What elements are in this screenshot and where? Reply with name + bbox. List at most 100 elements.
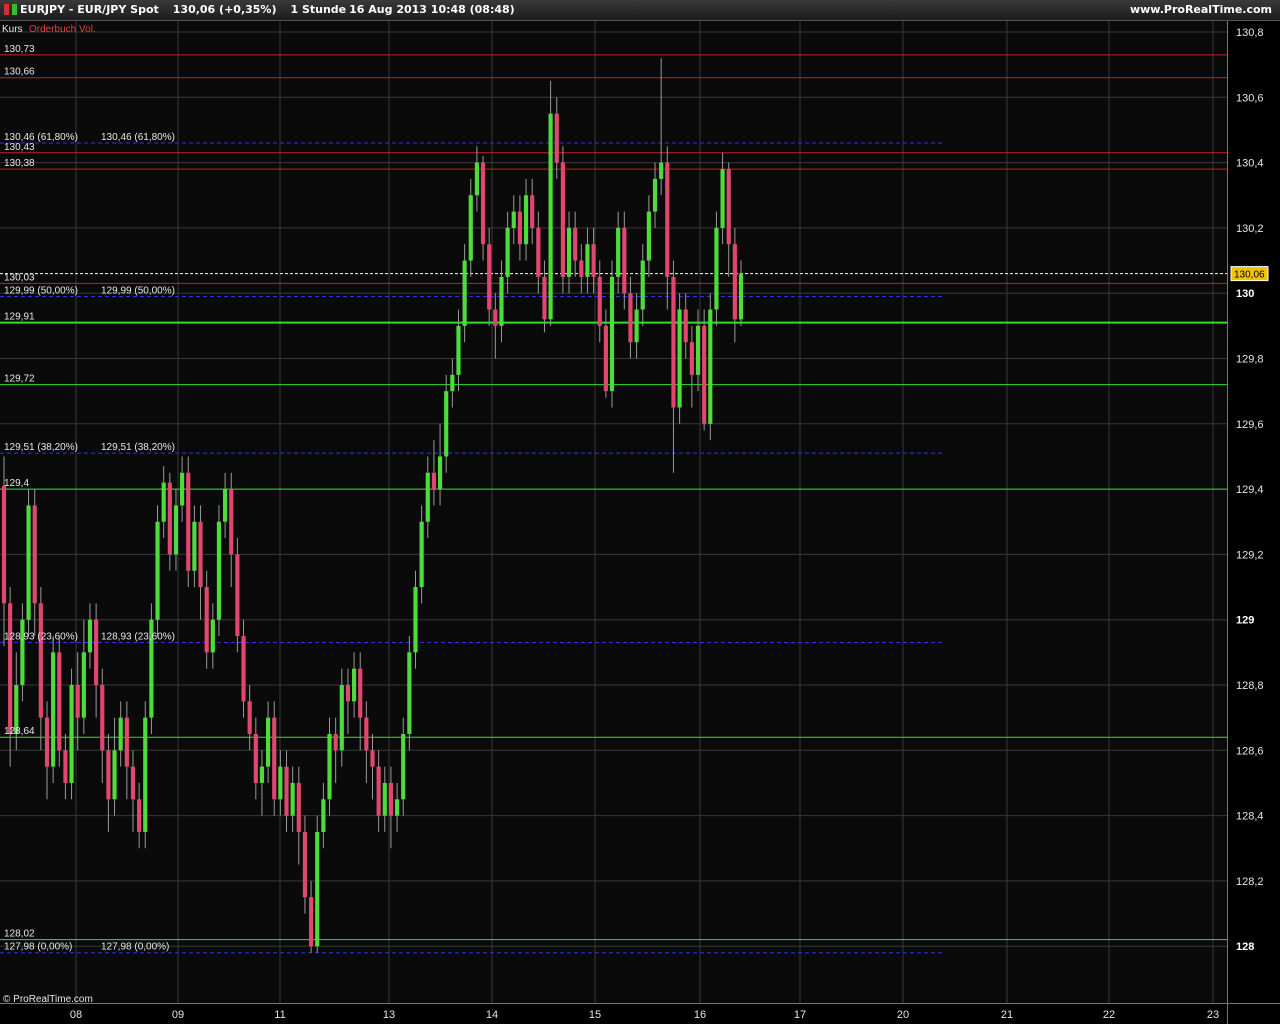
x-tick-label: 15 <box>589 1009 601 1021</box>
candle-body <box>38 603 43 718</box>
x-tick-label: 16 <box>694 1009 706 1021</box>
candle-body <box>462 260 467 326</box>
price-change-label: 130,06 (+0,35%) <box>172 3 277 16</box>
level-label: 129,72 <box>4 374 35 385</box>
candle-body <box>431 472 437 490</box>
fib-label: 129,99 (50,00%) <box>101 285 175 296</box>
candle-body <box>401 733 406 800</box>
y-tick-label: 129,4 <box>1236 484 1264 496</box>
y-tick-label: 128,2 <box>1236 876 1264 888</box>
candle-body <box>302 831 308 898</box>
x-tick-label: 14 <box>486 1009 498 1021</box>
candle-body <box>628 293 633 343</box>
price-chart[interactable]: 130,89130,73130,66130,43130,38130,03129,… <box>0 21 1280 1024</box>
candle-body <box>223 489 228 522</box>
x-tick-label: 21 <box>1001 1009 1013 1021</box>
candle-body <box>44 717 50 767</box>
level-label: 128,02 <box>4 929 35 940</box>
candle-body <box>345 685 351 702</box>
copyright-label: © ProRealTime.com <box>3 994 93 1005</box>
y-tick-label: 129 <box>1236 615 1254 627</box>
candle-body <box>677 309 682 408</box>
y-tick-label: 130 <box>1236 288 1254 300</box>
candle-body <box>720 169 725 228</box>
candle-body <box>87 619 93 653</box>
y-tick-label: 128,8 <box>1236 680 1264 692</box>
candle-body <box>8 603 13 734</box>
candle-body <box>554 113 559 163</box>
candle-body <box>671 276 676 408</box>
candle-body <box>573 227 578 261</box>
fib-label: 128,93 (23,60%) <box>101 632 175 643</box>
legend-orderbuch-vol: Orderbuch Vol. <box>29 24 96 35</box>
x-tick-label: 08 <box>70 1009 82 1021</box>
y-axis-panel <box>1227 21 1280 1024</box>
red-square-icon <box>4 4 9 15</box>
last-price-label: 130,06 <box>1234 270 1265 281</box>
candle-body <box>167 482 172 555</box>
candle-body <box>272 717 277 800</box>
candle-body <box>665 162 670 277</box>
candle-body <box>358 668 363 718</box>
candle-body <box>566 227 572 277</box>
candle-body <box>548 113 553 320</box>
candle-body <box>284 766 289 816</box>
fib-label: 128,93 (23,60%) <box>4 632 78 643</box>
level-label: 130,43 <box>4 142 35 153</box>
candle-body <box>474 162 479 196</box>
fib-label: 130,46 (61,80%) <box>101 132 175 143</box>
candle-body <box>155 521 160 620</box>
candle-body <box>339 685 344 751</box>
level-label: 130,66 <box>4 67 35 78</box>
candle-body <box>315 831 320 947</box>
legend-kurs: Kurs <box>2 24 23 35</box>
candle-body <box>198 521 203 588</box>
candle-body <box>63 750 68 783</box>
candle-body <box>69 685 74 783</box>
candle-body <box>266 717 271 767</box>
candle-body <box>542 276 547 320</box>
candle-body <box>597 276 602 326</box>
candle-body <box>290 782 295 816</box>
level-label: 129,91 <box>4 312 35 323</box>
candle-body <box>585 244 590 277</box>
candle-body <box>204 587 209 653</box>
plot-area <box>0 21 1227 1003</box>
candle-body <box>247 701 252 734</box>
candle-body <box>689 342 694 375</box>
candle-body <box>118 717 123 751</box>
candle-body <box>517 211 522 245</box>
candle-body <box>640 260 645 310</box>
candle-body <box>192 521 197 571</box>
candle-body <box>100 685 105 751</box>
y-tick-label: 129,6 <box>1236 419 1264 431</box>
candle-body <box>216 521 222 620</box>
green-square-icon <box>12 4 17 15</box>
candle-body <box>450 374 455 392</box>
candle-body <box>321 799 326 832</box>
x-tick-label: 22 <box>1103 1009 1115 1021</box>
candle-body <box>536 227 541 277</box>
y-tick-label: 128,4 <box>1236 811 1264 823</box>
candle-body <box>241 636 246 702</box>
candle-body <box>732 244 737 320</box>
candle-body <box>652 178 658 212</box>
fib-label: 129,99 (50,00%) <box>4 285 78 296</box>
candle-body <box>726 169 731 245</box>
x-tick-label: 11 <box>274 1009 285 1021</box>
candle-body <box>394 799 400 816</box>
candle-body <box>646 211 651 261</box>
candle-body <box>523 195 529 245</box>
level-label: 130,03 <box>4 272 35 283</box>
x-tick-label: 17 <box>794 1009 806 1021</box>
level-label: 128,64 <box>4 726 35 737</box>
candle-body <box>51 652 56 767</box>
candle-body <box>622 227 627 294</box>
candle-body <box>738 273 744 320</box>
candle-body <box>505 227 510 277</box>
site-label: www.ProRealTime.com <box>1129 3 1272 16</box>
candle-body <box>714 227 719 310</box>
candle-body <box>235 554 240 637</box>
y-tick-label: 129,2 <box>1236 549 1264 561</box>
candle-body <box>137 799 142 832</box>
